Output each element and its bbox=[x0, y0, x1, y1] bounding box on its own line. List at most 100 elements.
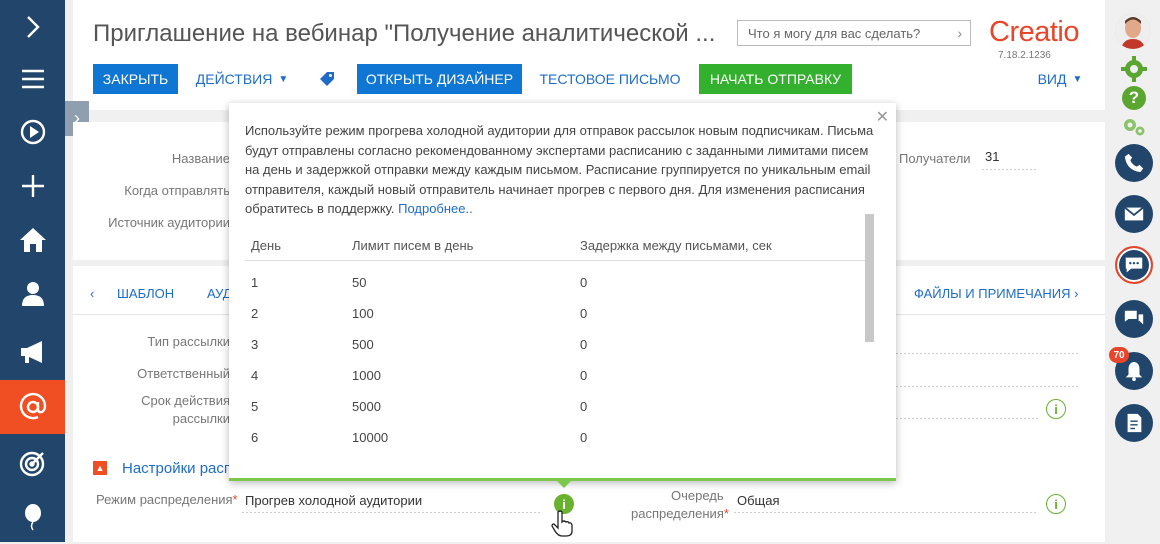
day-cell: 1 bbox=[251, 275, 259, 290]
view-button[interactable]: ВИД ▼ bbox=[1030, 64, 1090, 94]
day-cell: 3 bbox=[251, 337, 259, 352]
tabs-prev-button[interactable]: ‹ bbox=[90, 286, 94, 301]
creatio-logo: Creatio bbox=[989, 16, 1080, 48]
balloon-button[interactable] bbox=[0, 490, 65, 544]
term-label-line2: рассылки bbox=[172, 411, 230, 426]
collapse-menu-button[interactable] bbox=[0, 0, 65, 54]
gear-icon[interactable] bbox=[1121, 56, 1147, 82]
communication-panel: ? 70 bbox=[1106, 0, 1160, 542]
home-icon bbox=[19, 228, 46, 252]
chat-icon bbox=[1125, 257, 1143, 273]
help-icon[interactable]: ? bbox=[1122, 86, 1146, 110]
table-row: 5 5000 0 bbox=[245, 391, 865, 422]
delay-cell: 0 bbox=[580, 430, 588, 445]
plus-icon bbox=[21, 175, 44, 197]
target-icon bbox=[19, 451, 44, 477]
tab-audience[interactable]: АУД bbox=[207, 286, 232, 301]
page-title: Приглашение на вебинар "Получение аналит… bbox=[93, 20, 716, 47]
tab-files-label: ФАЙЛЫ И ПРИМЕЧАНИЯ bbox=[914, 286, 1071, 301]
day-cell: 6 bbox=[251, 430, 259, 445]
campaigns-button[interactable] bbox=[0, 325, 65, 379]
limit-cell: 50 bbox=[352, 275, 367, 290]
hamburger-menu-button[interactable] bbox=[0, 52, 65, 106]
table-scrollbar[interactable] bbox=[865, 214, 874, 342]
play-icon bbox=[20, 119, 45, 145]
start-sending-button[interactable]: НАЧАТЬ ОТПРАВКУ bbox=[699, 64, 852, 94]
caret-down-icon: ▼ bbox=[1072, 73, 1083, 85]
owner-field-underline bbox=[896, 386, 1078, 387]
delay-cell: 0 bbox=[580, 306, 588, 321]
term-label-line1: Срок действия bbox=[141, 393, 230, 408]
table-row: 4 1000 0 bbox=[245, 360, 865, 391]
version-label: 7.18.2.1236 bbox=[998, 50, 1051, 61]
command-search-input[interactable]: Что я могу для вас сделать? › bbox=[737, 20, 971, 46]
phone-button[interactable] bbox=[1115, 144, 1153, 182]
contacts-button[interactable] bbox=[0, 267, 65, 321]
envelope-icon bbox=[1124, 206, 1144, 221]
column-header-day: День bbox=[251, 238, 281, 253]
chevron-up-icon: ▲ bbox=[95, 463, 105, 473]
audience-source-label: Источник аудитории bbox=[108, 215, 230, 230]
add-button[interactable] bbox=[0, 159, 65, 213]
open-designer-button[interactable]: ОТКРЫТЬ ДИЗАЙНЕР bbox=[357, 64, 522, 94]
megaphone-icon bbox=[20, 341, 42, 363]
process-button[interactable] bbox=[0, 105, 65, 159]
recipients-value: 31 bbox=[985, 149, 1000, 164]
distribution-settings-title: Настройки расп bbox=[122, 460, 233, 477]
section-collapse-toggle[interactable]: ▲ bbox=[93, 461, 107, 475]
tasks-button[interactable] bbox=[1115, 404, 1153, 442]
type-field-underline bbox=[896, 353, 1078, 354]
open-designer-label: ОТКРЫТЬ ДИЗАЙНЕР bbox=[365, 71, 514, 87]
delay-cell: 0 bbox=[580, 368, 588, 383]
test-email-button[interactable]: ТЕСТОВОЕ ПИСЬМО bbox=[535, 64, 685, 94]
table-row: 3 500 0 bbox=[245, 329, 865, 360]
actions-button-label: ДЕЙСТВИЯ bbox=[195, 71, 273, 87]
day-cell: 2 bbox=[251, 306, 259, 321]
avatar[interactable] bbox=[1115, 13, 1151, 49]
email-button[interactable] bbox=[1115, 195, 1153, 233]
day-cell: 5 bbox=[251, 399, 259, 414]
view-button-label: ВИД bbox=[1037, 71, 1067, 87]
queue-value[interactable]: Общая bbox=[737, 493, 780, 508]
user-photo-icon bbox=[1115, 13, 1151, 49]
at-sign-icon bbox=[19, 392, 46, 420]
mailing-type-label: Тип рассылки bbox=[147, 334, 230, 349]
info-icon[interactable]: i bbox=[1046, 399, 1066, 419]
email-section-button[interactable] bbox=[0, 380, 65, 434]
limit-cell: 5000 bbox=[352, 399, 381, 414]
recipients-label: Получатели bbox=[899, 151, 971, 166]
table-row: 2 100 0 bbox=[245, 298, 865, 329]
term-field-underline bbox=[896, 418, 1038, 419]
chevron-right-icon: › bbox=[1074, 286, 1079, 301]
queue-info-icon[interactable]: i bbox=[1046, 494, 1066, 514]
tag-button[interactable] bbox=[312, 64, 342, 94]
home-button[interactable] bbox=[0, 213, 65, 267]
tab-files-notes[interactable]: ФАЙЛЫ И ПРИМЕЧАНИЯ › bbox=[914, 286, 1079, 301]
close-button[interactable]: ЗАКРЫТЬ bbox=[93, 64, 178, 94]
schedule-table: День Лимит писем в день Задержка между п… bbox=[245, 233, 865, 453]
distribution-mode-value[interactable]: Прогрев холодной аудитории bbox=[245, 493, 422, 508]
target-button[interactable] bbox=[0, 436, 65, 490]
column-header-limit: Лимит писем в день bbox=[352, 238, 474, 253]
delay-cell: 0 bbox=[580, 275, 588, 290]
small-gears-icon[interactable] bbox=[1122, 117, 1146, 137]
tab-template[interactable]: ШАБЛОН bbox=[117, 286, 174, 301]
document-icon bbox=[1127, 413, 1142, 433]
tag-icon bbox=[320, 72, 334, 86]
chevron-right-icon: › bbox=[957, 25, 962, 41]
popup-pointer bbox=[557, 481, 571, 488]
owner-label: Ответственный bbox=[137, 366, 230, 381]
when-to-send-label: Когда отправлять bbox=[124, 183, 230, 198]
distribution-mode-label: Режим распределения* bbox=[96, 492, 238, 507]
distribution-mode-underline bbox=[242, 512, 540, 513]
notification-count-badge: 70 bbox=[1109, 347, 1129, 363]
caret-down-icon: ▼ bbox=[278, 73, 289, 85]
delay-cell: 0 bbox=[580, 399, 588, 414]
learn-more-link[interactable]: Подробнее.. bbox=[398, 201, 473, 216]
column-header-delay: Задержка между письмами, сек bbox=[580, 238, 772, 253]
chat-button[interactable] bbox=[1115, 246, 1153, 284]
queue-label-line2: распределения* bbox=[631, 506, 729, 521]
actions-button[interactable]: ДЕЙСТВИЯ ▼ bbox=[192, 64, 292, 94]
feed-button[interactable] bbox=[1115, 300, 1153, 338]
warmup-info-popup: ✕ Используйте режим прогрева холодной ау… bbox=[229, 103, 896, 481]
